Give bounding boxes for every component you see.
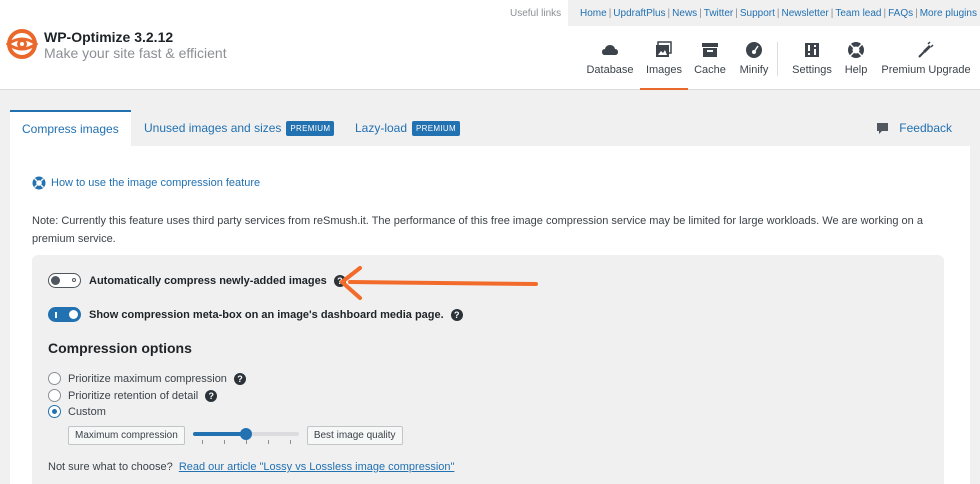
third-party-note: Note: Currently this feature uses third …	[32, 215, 923, 245]
tabs-bar: Compress images Unused images and sizes …	[10, 110, 970, 146]
slider-min-label: Maximum compression	[68, 425, 185, 445]
nav-label: Help	[844, 64, 868, 76]
main-nav: Database Images Cache Minify Settings He…	[0, 38, 980, 90]
nav-divider	[777, 42, 778, 76]
premium-badge: PREMIUM	[412, 120, 460, 136]
compression-slider-row: Maximum compression Best image quality	[68, 425, 403, 445]
minify-icon	[746, 42, 762, 58]
database-icon	[602, 45, 618, 55]
radio-max-compression-row: Prioritize maximum compression ?	[48, 372, 246, 385]
tab-label: Lazy-load	[355, 121, 408, 135]
radio-label: Prioritize retention of detail	[68, 389, 199, 402]
link-support[interactable]: Support	[740, 8, 775, 19]
radio-retention-detail[interactable]	[48, 389, 61, 402]
link-faqs[interactable]: FAQs	[888, 8, 913, 19]
auto-compress-toggle[interactable]	[48, 273, 81, 288]
nav-database[interactable]: Database	[586, 38, 634, 90]
nav-label: Settings	[792, 64, 832, 76]
auto-compress-label: Automatically compress newly-added image…	[89, 274, 327, 287]
tab-compress-images[interactable]: Compress images	[10, 110, 131, 146]
nav-images[interactable]: Images	[640, 38, 688, 90]
help-icon	[848, 42, 864, 58]
header: Useful links Home | UpdraftPlus | News | Tw…	[0, 0, 980, 90]
feedback-icon	[877, 122, 889, 134]
slider-max-label: Best image quality	[306, 425, 403, 445]
not-sure-line: Not sure what to choose? Read our articl…	[48, 461, 454, 473]
link-newsletter[interactable]: Newsletter	[781, 8, 828, 19]
auto-compress-row: Automatically compress newly-added image…	[48, 273, 346, 288]
premium-badge: PREMIUM	[286, 120, 335, 136]
nav-help[interactable]: Help	[840, 38, 872, 90]
compress-images-panel: How to use the image compression feature…	[10, 146, 970, 484]
lifebuoy-icon	[32, 176, 46, 190]
radio-label: Custom	[68, 405, 106, 418]
images-icon	[656, 41, 672, 57]
tab-unused-images[interactable]: Unused images and sizes PREMIUM	[144, 110, 335, 146]
nav-label: Premium Upgrade	[881, 64, 971, 76]
radio-custom-row: Custom	[48, 405, 106, 418]
compression-quality-slider[interactable]	[191, 425, 301, 445]
link-home[interactable]: Home	[580, 8, 607, 19]
useful-links-bar: Home | UpdraftPlus | News | Twitter | Suppor…	[568, 0, 980, 26]
question-icon[interactable]: ?	[450, 308, 463, 321]
feedback-label: Feedback	[899, 121, 952, 135]
nav-cache[interactable]: Cache	[690, 38, 730, 90]
feedback-link[interactable]: Feedback	[876, 110, 952, 146]
settings-icon	[805, 43, 819, 57]
link-team-lead[interactable]: Team lead	[835, 8, 881, 19]
annotation-arrow-icon	[340, 266, 538, 300]
tab-lazy-load[interactable]: Lazy-load PREMIUM	[355, 110, 460, 146]
radio-label: Prioritize maximum compression	[68, 372, 227, 385]
nav-settings[interactable]: Settings	[788, 38, 836, 90]
radio-custom[interactable]	[48, 405, 61, 418]
nav-label: Minify	[739, 64, 769, 76]
link-updraftplus[interactable]: UpdraftPlus	[613, 8, 665, 19]
lossy-lossless-article-link[interactable]: Read our article "Lossy vs Lossless imag…	[179, 461, 455, 473]
nav-label: Database	[586, 64, 634, 76]
tab-label: Unused images and sizes	[144, 121, 282, 135]
question-icon[interactable]: ?	[233, 372, 246, 385]
link-more-plugins[interactable]: More plugins	[920, 8, 977, 19]
meta-box-row: Show compression meta-box on an image's …	[48, 307, 463, 322]
radio-max-compression[interactable]	[48, 372, 61, 385]
question-icon[interactable]: ?	[205, 389, 218, 402]
nav-minify[interactable]: Minify	[734, 38, 774, 90]
link-twitter[interactable]: Twitter	[704, 8, 733, 19]
compression-options-heading: Compression options	[48, 340, 192, 356]
nav-label: Cache	[694, 64, 726, 76]
premium-upgrade-icon	[918, 41, 934, 58]
useful-links-label: Useful links	[510, 8, 562, 19]
nav-premium-upgrade[interactable]: Premium Upgrade	[880, 38, 972, 90]
help-link-label: How to use the image compression feature	[51, 177, 261, 189]
meta-box-label: Show compression meta-box on an image's …	[89, 308, 444, 321]
link-news[interactable]: News	[672, 8, 697, 19]
cache-icon	[702, 43, 718, 57]
radio-retention-row: Prioritize retention of detail ?	[48, 389, 218, 402]
slider-thumb[interactable]	[239, 428, 252, 440]
nav-label: Images	[645, 64, 683, 76]
tab-label: Compress images	[22, 122, 119, 136]
not-sure-text: Not sure what to choose?	[48, 461, 173, 473]
meta-box-toggle[interactable]	[48, 307, 81, 322]
help-link[interactable]: How to use the image compression feature	[32, 176, 260, 190]
